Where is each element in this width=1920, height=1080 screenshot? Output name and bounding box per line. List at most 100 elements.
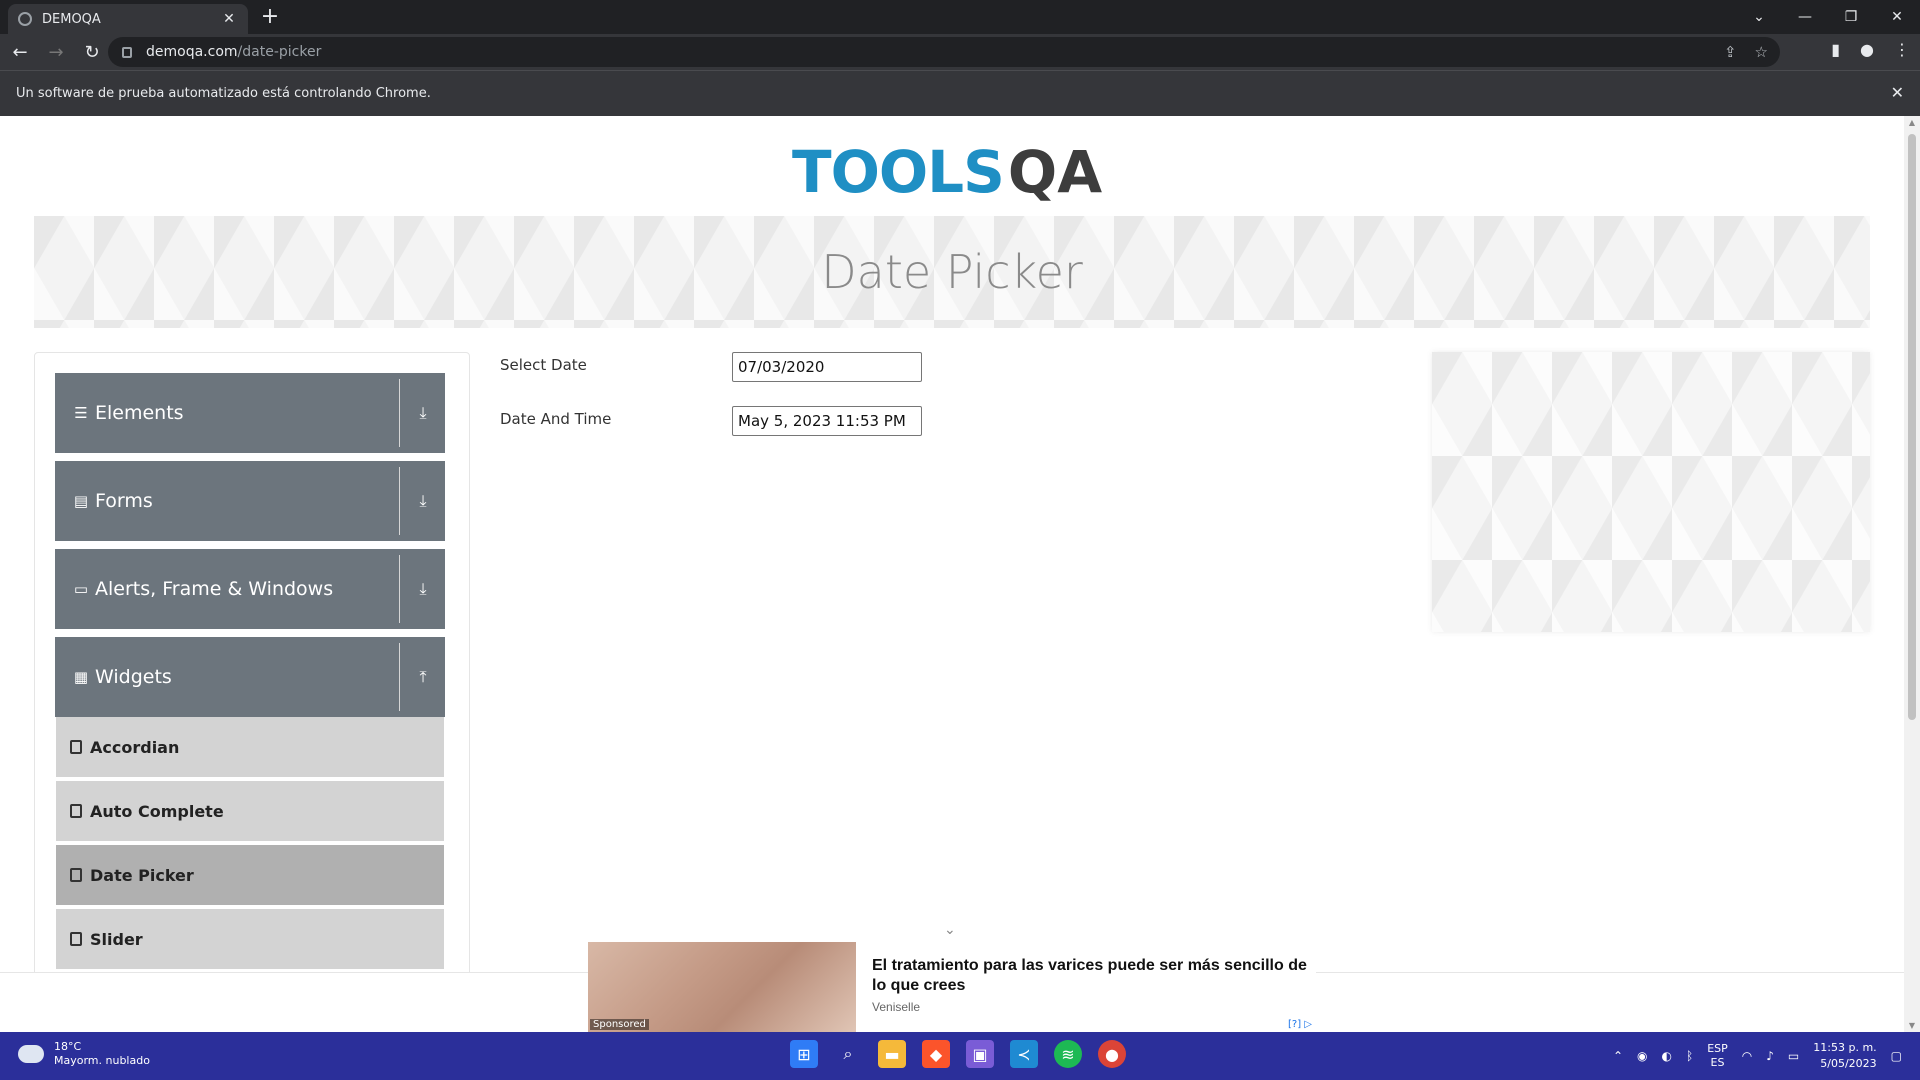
group-divider: [399, 555, 400, 623]
date-time-label: Date And Time: [500, 410, 612, 428]
infobar-text: Un software de prueba automatizado está …: [16, 86, 431, 101]
collapse-ad-icon[interactable]: ⌄: [944, 922, 956, 938]
battery-icon[interactable]: ▭: [1788, 1049, 1799, 1063]
reload-icon[interactable]: ↻: [76, 36, 108, 68]
search-icon[interactable]: ⌕: [834, 1040, 862, 1068]
scroll-thumb[interactable]: [1908, 134, 1916, 720]
ad-brand: Veniselle: [872, 1000, 921, 1014]
profile-icon[interactable]: ●: [1860, 40, 1874, 59]
weather-temperature: 18°C: [54, 1040, 82, 1053]
share-icon[interactable]: ⇪: [1724, 43, 1737, 61]
tab-title: DEMOQA: [42, 11, 101, 27]
system-tray: ⌃ ◉ ◐ ᛒ ESP ES ◠ ♪ ▭ 11:53 p. m. 5/05/20…: [1613, 1040, 1902, 1072]
app-icon[interactable]: ▣: [966, 1040, 994, 1068]
expand-icon[interactable]: ⤓: [413, 577, 433, 601]
sidebar: ☰ Elements ⤓ ▤ Forms ⤓ ▭ Alerts, Frame &…: [34, 352, 470, 1032]
steam-icon[interactable]: ◉: [1637, 1049, 1647, 1063]
menu-item-slider[interactable]: Slider: [56, 909, 444, 971]
clock-date: 5/05/2023: [1820, 1057, 1877, 1070]
menu-item-auto-complete[interactable]: Auto Complete: [56, 781, 444, 843]
group-label: Forms: [95, 490, 153, 512]
spotify-icon[interactable]: ≋: [1054, 1040, 1082, 1068]
menu-item-label: Auto Complete: [90, 801, 224, 821]
address-bar[interactable]: demoqa.com /date-picker ⇪ ☆: [108, 37, 1780, 67]
ad-image[interactable]: Sponsored: [588, 942, 856, 1032]
volume-icon[interactable]: ♪: [1766, 1049, 1774, 1063]
minimize-icon[interactable]: —: [1782, 0, 1828, 34]
expand-icon[interactable]: ⤓: [413, 401, 433, 425]
window-controls: ⌄ — ❐ ✕: [1736, 0, 1920, 34]
file-explorer-icon[interactable]: ▬: [878, 1040, 906, 1068]
notifications-icon[interactable]: ▢: [1891, 1049, 1902, 1063]
bluetooth-icon[interactable]: ᛒ: [1686, 1049, 1693, 1063]
scroll-down-icon[interactable]: ▼: [1907, 1021, 1917, 1030]
scroll-up-icon[interactable]: ▲: [1907, 118, 1917, 127]
group-alerts[interactable]: ▭ Alerts, Frame & Windows ⤓: [55, 549, 445, 629]
side-panel-icon[interactable]: ▮: [1831, 40, 1840, 59]
bottom-ad[interactable]: Sponsored El tratamiento para las varice…: [588, 942, 1316, 1032]
globe-icon: [18, 12, 32, 26]
menu-item-accordian[interactable]: Accordian: [56, 717, 444, 779]
weather-widget[interactable]: 18°C Mayorm. nublado: [18, 1039, 150, 1068]
menu-item-label: Slider: [90, 929, 143, 949]
windows-start-icon[interactable]: ⊞: [790, 1040, 818, 1068]
url-path: /date-picker: [237, 44, 322, 60]
restore-icon[interactable]: ❐: [1828, 0, 1874, 34]
hamburger-icon: ☰: [74, 404, 88, 422]
ad-headline[interactable]: El tratamiento para las varices puede se…: [872, 956, 1312, 996]
tray-app-icon[interactable]: ◐: [1662, 1049, 1672, 1063]
group-divider: [399, 379, 400, 447]
group-label: Elements: [95, 402, 184, 424]
close-infobar-icon[interactable]: ✕: [1891, 83, 1904, 102]
group-widgets[interactable]: ▦ Widgets ⤒: [55, 637, 445, 717]
group-label: Alerts, Frame & Windows: [95, 578, 334, 600]
vscode-icon[interactable]: ≺: [1010, 1040, 1038, 1068]
group-divider: [399, 643, 400, 711]
bookmark-star-icon[interactable]: ☆: [1755, 43, 1768, 61]
brave-browser-icon[interactable]: ◆: [922, 1040, 950, 1068]
chrome-icon[interactable]: ●: [1098, 1040, 1126, 1068]
wifi-icon[interactable]: ◠: [1742, 1049, 1752, 1063]
group-label: Widgets: [95, 666, 172, 688]
date-time-input[interactable]: [732, 406, 922, 436]
ad-choices-icon[interactable]: [?] ▷: [1288, 1019, 1312, 1030]
lock-icon[interactable]: [122, 46, 132, 58]
item-icon: [70, 932, 82, 946]
cloudy-weather-icon: [18, 1039, 44, 1063]
collapse-icon[interactable]: ⤒: [413, 665, 433, 689]
back-icon[interactable]: ←: [4, 36, 36, 68]
menu-item-label: Date Picker: [90, 865, 194, 885]
new-tab-icon[interactable]: +: [258, 6, 282, 30]
browser-toolbar: ← → ↻ demoqa.com /date-picker ⇪ ☆ ▮ ● ⋮: [0, 34, 1920, 70]
group-forms[interactable]: ▤ Forms ⤓: [55, 461, 445, 541]
close-window-icon[interactable]: ✕: [1874, 0, 1920, 34]
menu-item-date-picker[interactable]: Date Picker: [56, 845, 444, 907]
page-scrollbar[interactable]: ▲ ▼: [1904, 116, 1920, 1032]
keyboard-layout: ES: [1710, 1056, 1725, 1069]
page-title: Date Picker: [821, 245, 1083, 299]
select-date-input[interactable]: [732, 352, 922, 382]
document-icon: ▤: [73, 492, 89, 510]
expand-icon[interactable]: ⤓: [413, 489, 433, 513]
show-hidden-icons-icon[interactable]: ⌃: [1613, 1049, 1623, 1063]
menu-kebab-icon[interactable]: ⋮: [1894, 40, 1910, 59]
close-tab-icon[interactable]: ✕: [220, 11, 238, 27]
page-banner: Date Picker: [34, 216, 1870, 328]
select-date-label: Select Date: [500, 356, 587, 374]
weather-description: Mayorm. nublado: [54, 1054, 150, 1067]
browser-tab[interactable]: DEMOQA ✕: [8, 4, 248, 34]
logo-tools-text: TOOLS: [792, 138, 1005, 206]
taskbar-apps: ⊞ ⌕ ▬ ◆ ▣ ≺ ≋ ●: [790, 1040, 1126, 1068]
forward-icon[interactable]: →: [40, 36, 72, 68]
tab-search-icon[interactable]: ⌄: [1736, 0, 1782, 34]
language-indicator[interactable]: ESP ES: [1707, 1042, 1728, 1070]
page-content: TOOLS QA Date Picker ☰ Elements ⤓ ▤ Form…: [0, 116, 1920, 1032]
language-code: ESP: [1707, 1042, 1728, 1055]
url-host: demoqa.com: [146, 44, 238, 60]
side-ad-placeholder: [1432, 352, 1870, 632]
item-icon: [70, 804, 82, 818]
clock[interactable]: 11:53 p. m. 5/05/2023: [1813, 1040, 1876, 1072]
toolsqa-logo[interactable]: TOOLS QA: [792, 132, 1122, 212]
group-elements[interactable]: ☰ Elements ⤓: [55, 373, 445, 453]
browser-tab-bar: DEMOQA ✕ + ⌄ — ❐ ✕: [0, 0, 1920, 34]
